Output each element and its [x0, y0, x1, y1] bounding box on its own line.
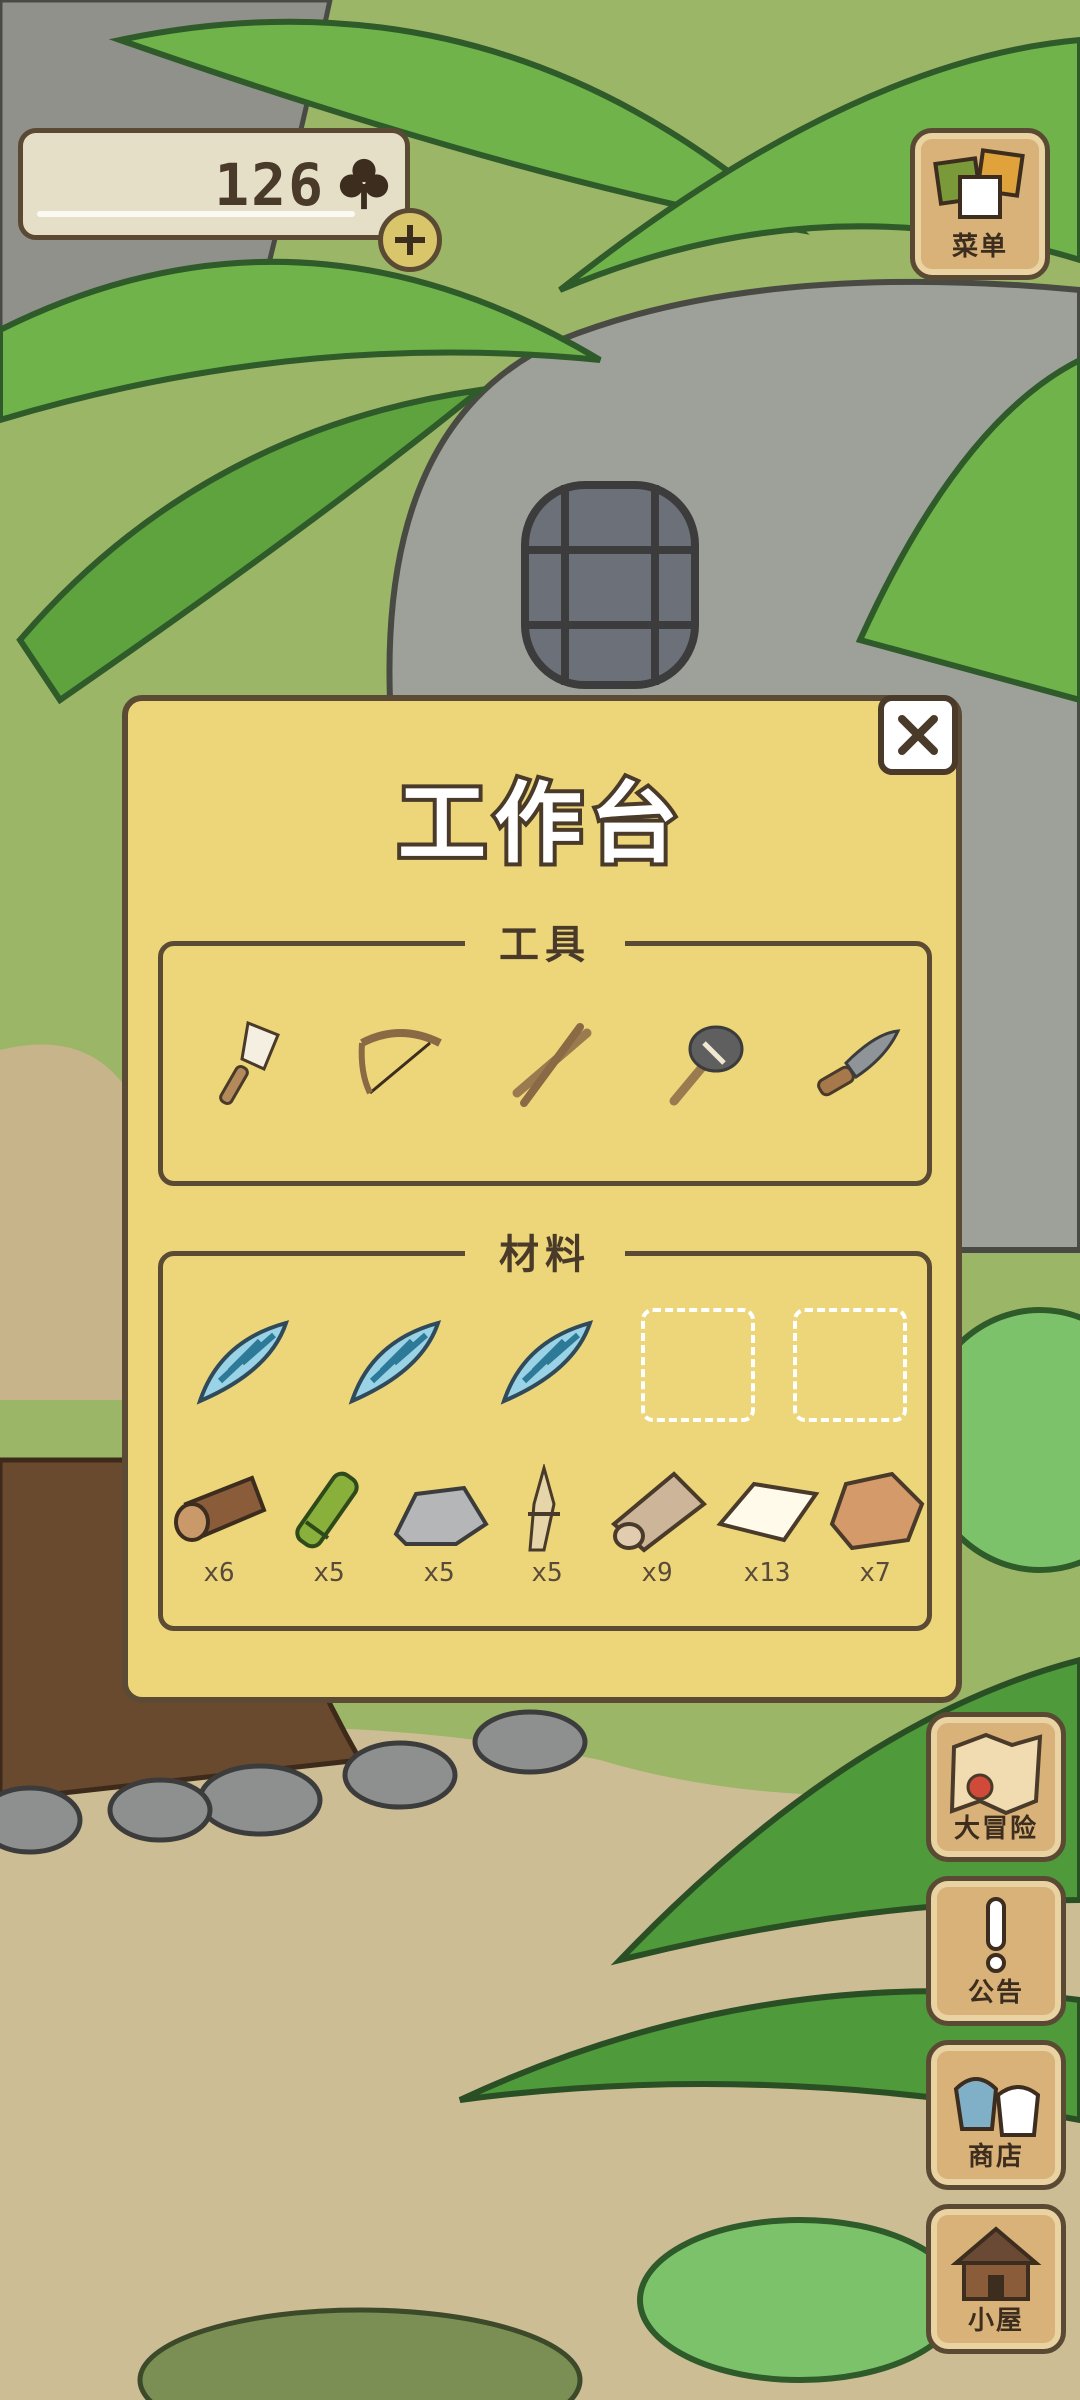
tool-bow[interactable]: [345, 1008, 455, 1118]
counter-underline: [37, 211, 355, 217]
paper-icon: [716, 1481, 820, 1543]
clover-count: 126: [214, 151, 325, 219]
clover-counter: 126: [18, 128, 410, 240]
material-clay[interactable]: x7: [821, 1464, 929, 1604]
material-qty: x5: [313, 1558, 345, 1588]
panel-title: 工作台: [394, 768, 686, 879]
material-qty: x7: [859, 1558, 891, 1588]
exclamation-icon: [986, 1897, 1006, 1973]
adventure-button[interactable]: 大冒险: [926, 1712, 1066, 1862]
shell-icon: [500, 1320, 594, 1405]
tool-stone-axe[interactable]: [649, 1008, 759, 1118]
close-button[interactable]: [878, 695, 958, 775]
log-icon: [174, 1475, 267, 1542]
material-qty: x13: [743, 1558, 791, 1588]
material-bamboo[interactable]: x5: [275, 1464, 383, 1604]
stone-icon: [393, 1485, 489, 1546]
stone-axe-icon: [669, 1025, 744, 1106]
close-icon: [898, 715, 938, 755]
material-qty: x9: [641, 1558, 673, 1588]
house-label: 小屋: [967, 2306, 1024, 2336]
clover-icon: [339, 158, 389, 210]
material-qty: x5: [423, 1558, 455, 1588]
clay-icon: [829, 1471, 925, 1551]
house-icon: [950, 2226, 1042, 2301]
shop-label: 商店: [967, 2142, 1024, 2172]
shell-icon: [196, 1320, 290, 1405]
bags-icon: [953, 2077, 1041, 2137]
material-cloth-roll[interactable]: x9: [603, 1464, 711, 1604]
straw-icon: [528, 1464, 560, 1552]
cloth-roll-icon: [610, 1471, 708, 1553]
menu-button[interactable]: 菜单: [910, 128, 1050, 280]
material-paper[interactable]: x13: [713, 1464, 821, 1604]
announcement-button[interactable]: 公告: [926, 1876, 1066, 2026]
house-button[interactable]: 小屋: [926, 2204, 1066, 2354]
tool-knife[interactable]: [801, 1008, 911, 1118]
bow-icon: [358, 1029, 442, 1095]
map-icon: [949, 1732, 1043, 1816]
plus-icon: [395, 225, 425, 255]
material-stone[interactable]: x5: [385, 1464, 493, 1604]
sticks-icon: [512, 1023, 592, 1107]
material-shell[interactable]: [187, 1306, 297, 1416]
material-shell[interactable]: [339, 1306, 449, 1416]
empty-slot[interactable]: [793, 1308, 907, 1422]
tool-sticks[interactable]: [497, 1008, 607, 1118]
tools-heading: 工具: [465, 912, 625, 970]
bamboo-icon: [295, 1471, 359, 1549]
empty-slot[interactable]: [641, 1308, 755, 1422]
material-qty: x6: [203, 1558, 235, 1588]
material-shell[interactable]: [491, 1306, 601, 1416]
buy-clover-button[interactable]: [378, 208, 442, 272]
shell-icon: [348, 1320, 442, 1405]
menu-label: 菜单: [951, 232, 1008, 262]
knife-icon: [817, 1029, 901, 1097]
materials-section: 材料 x6 x5 x5 x5 x9 x13 x7: [158, 1222, 932, 1631]
materials-heading: 材料: [465, 1222, 625, 1280]
material-log[interactable]: x6: [165, 1464, 273, 1604]
announcement-label: 公告: [967, 1978, 1024, 2008]
tool-brush[interactable]: [193, 1008, 303, 1118]
material-qty: x5: [531, 1558, 563, 1588]
menu-cards-icon: [933, 148, 1025, 219]
shop-button[interactable]: 商店: [926, 2040, 1066, 2190]
brush-icon: [219, 1020, 280, 1105]
workbench-panel: 工作台 工具 材料 x6 x5 x5 x5 x9 x13 x7: [122, 695, 962, 1703]
material-straw[interactable]: x5: [493, 1464, 601, 1604]
tools-section: 工具: [158, 912, 932, 1186]
